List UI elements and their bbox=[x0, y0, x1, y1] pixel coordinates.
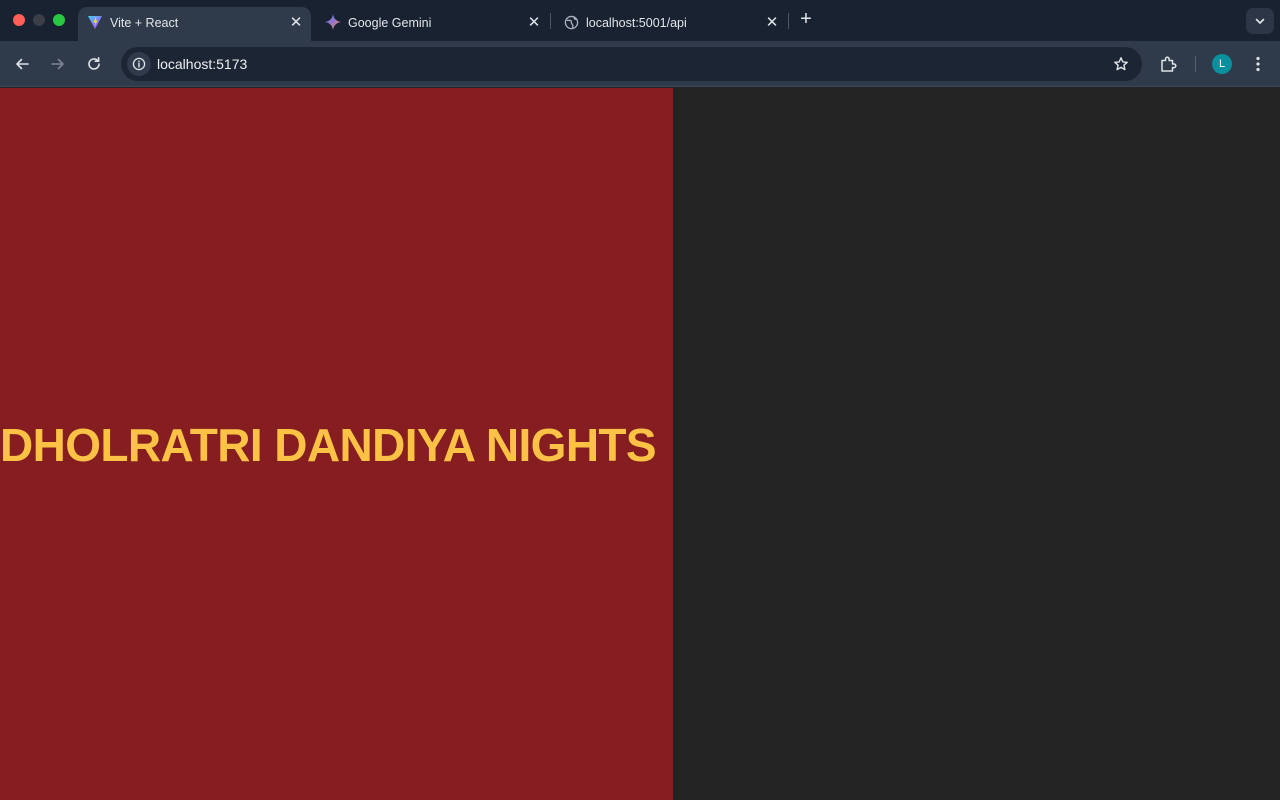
puzzle-icon bbox=[1161, 56, 1177, 72]
address-bar[interactable]: localhost:5173 bbox=[121, 47, 1142, 81]
browser-toolbar: localhost:5173 L bbox=[0, 41, 1280, 87]
tab-search-button[interactable] bbox=[1246, 8, 1274, 34]
globe-icon bbox=[563, 14, 579, 30]
close-tab-icon[interactable]: ✕ bbox=[763, 13, 781, 31]
tab-title: Google Gemini bbox=[348, 16, 432, 30]
tab-localhost-api[interactable]: localhost:5001/api ✕ bbox=[554, 7, 787, 41]
window-minimize-button[interactable] bbox=[33, 14, 45, 26]
browser-menu-button[interactable] bbox=[1248, 53, 1268, 75]
hero-panel: DHOLRATRI DANDIYA NIGHTS bbox=[0, 88, 673, 800]
back-button[interactable] bbox=[11, 53, 33, 75]
arrow-right-icon bbox=[51, 58, 64, 70]
site-info-icon[interactable] bbox=[127, 52, 151, 76]
reload-icon bbox=[88, 57, 100, 70]
tab-strip: Vite + React ✕ Google Gemini ✕ localhost… bbox=[0, 0, 1280, 41]
window-close-button[interactable] bbox=[13, 14, 25, 26]
gemini-icon bbox=[325, 14, 341, 30]
tab-vite-react[interactable]: Vite + React ✕ bbox=[78, 7, 311, 41]
tab-title: localhost:5001/api bbox=[586, 16, 687, 30]
page-viewport: DHOLRATRI DANDIYA NIGHTS bbox=[0, 88, 1280, 800]
close-tab-icon[interactable]: ✕ bbox=[525, 13, 543, 31]
tab-divider bbox=[788, 13, 789, 29]
address-url: localhost:5173 bbox=[157, 56, 248, 72]
new-tab-button[interactable]: + bbox=[795, 9, 817, 31]
forward-button[interactable] bbox=[47, 53, 69, 75]
toolbar-divider bbox=[1195, 56, 1196, 72]
arrow-left-icon bbox=[16, 58, 29, 70]
extensions-button[interactable] bbox=[1157, 53, 1179, 75]
chevron-down-icon bbox=[1255, 18, 1265, 24]
reload-button[interactable] bbox=[83, 53, 105, 75]
close-tab-icon[interactable]: ✕ bbox=[287, 13, 305, 31]
tab-google-gemini[interactable]: Google Gemini ✕ bbox=[316, 7, 549, 41]
profile-avatar[interactable]: L bbox=[1212, 54, 1232, 74]
window-maximize-button[interactable] bbox=[53, 14, 65, 26]
hero-heading: DHOLRATRI DANDIYA NIGHTS bbox=[0, 419, 657, 471]
bookmark-star-icon[interactable] bbox=[1112, 55, 1130, 73]
kebab-menu-icon bbox=[1256, 56, 1260, 72]
vite-icon bbox=[87, 14, 103, 30]
tab-divider bbox=[550, 13, 551, 29]
tab-title: Vite + React bbox=[110, 16, 179, 30]
